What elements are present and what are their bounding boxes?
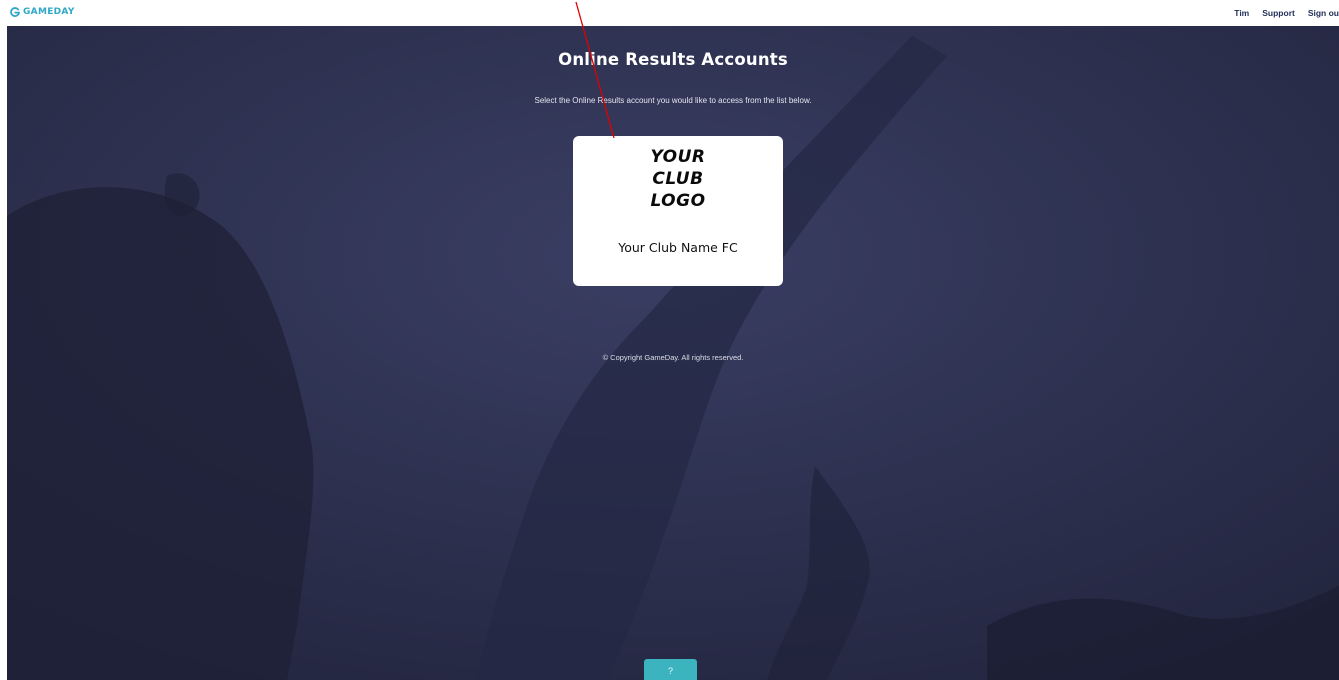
- nav-user-link[interactable]: Tim: [1234, 8, 1249, 18]
- nav-signout-link[interactable]: Sign ou: [1308, 8, 1339, 18]
- copyright-notice: © Copyright GameDay. All rights reserved…: [602, 353, 744, 362]
- logo-line: CLUB: [652, 169, 704, 189]
- help-button[interactable]: ?: [644, 659, 697, 680]
- gameday-g-icon: [10, 7, 20, 17]
- top-nav: Tim Support Sign ou: [1234, 8, 1339, 18]
- logo-line: LOGO: [650, 191, 706, 211]
- page-subtitle: Select the Online Results account you wo…: [534, 96, 812, 105]
- brand-logo[interactable]: GAMEDAY: [10, 7, 75, 17]
- club-name: Your Club Name FC: [618, 240, 738, 255]
- club-account-card[interactable]: YOUR CLUB LOGO Your Club Name FC: [573, 136, 783, 286]
- nav-support-link[interactable]: Support: [1262, 8, 1295, 18]
- club-logo-placeholder: YOUR CLUB LOGO: [573, 146, 783, 212]
- page-title: Online Results Accounts: [558, 50, 788, 69]
- brand-name: GAMEDAY: [23, 7, 75, 17]
- hero-section: Online Results Accounts Select the Onlin…: [7, 26, 1339, 680]
- logo-line: YOUR: [650, 147, 706, 167]
- top-bar: GAMEDAY Tim Support Sign ou: [0, 0, 1339, 26]
